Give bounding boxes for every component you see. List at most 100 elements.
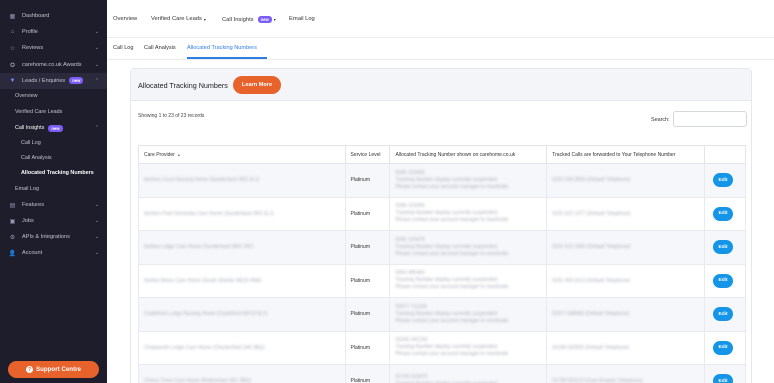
records-count: Showing 1 to 23 of 23 records xyxy=(138,113,205,119)
table-row: Castleford Lodge Nursing Home (Castlefor… xyxy=(138,297,746,332)
support-centre-button[interactable]: ? Support Centre xyxy=(8,361,99,378)
cell-service-level: Platinum xyxy=(344,330,391,365)
tracking-number-details: 0345 123456 Tracking Number display curre… xyxy=(395,170,546,191)
sidebar-item-features[interactable]: ▤ Features ⌄ xyxy=(0,197,107,213)
tab-call-analysis[interactable]: Call Analysis xyxy=(144,45,176,51)
care-provider-name: Ashlea Lodge Care Home (Sunderland SR4 7… xyxy=(144,244,254,251)
sidebar: ▦ Dashboard ⌂ Profile ⌄ ☆ Reviews ⌄ ✪ ca… xyxy=(0,0,107,383)
api-icon: ⚙ xyxy=(9,234,16,241)
cell-forwarded-number: 0191 510 1465 (Default Telephone) xyxy=(546,230,706,265)
table-row: Archers Court Nursing Home (Sunderland S… xyxy=(138,163,746,198)
account-icon: 👤 xyxy=(8,250,17,257)
topnav-email-log[interactable]: Email Log xyxy=(289,16,315,22)
cell-care-provider: Castleford Lodge Nursing Home (Castlefor… xyxy=(138,297,346,332)
sidebar-sub-call-insights[interactable]: Call Insights new ⌃ xyxy=(0,120,107,136)
cell-actions: Edit xyxy=(704,330,746,365)
sidebar-item-awards[interactable]: ✪ carehome.co.uk Awards ⌄ xyxy=(0,57,107,73)
tracking-number-details: 0354 485464 Tracking Number display curre… xyxy=(395,270,546,291)
topnav-call-insights[interactable]: Call Insights new ▾ xyxy=(222,16,276,23)
topnav-verified-care-leads[interactable]: Verified Care Leads ▾ xyxy=(151,16,206,22)
sidebar-sub-overview[interactable]: Overview xyxy=(0,88,107,104)
sidebar-item-jobs[interactable]: ▣ Jobs ⌄ xyxy=(0,213,107,229)
cell-tracking-number: 0345 123456 Tracking Number display curre… xyxy=(389,163,548,198)
cell-care-provider: Archers Court Nursing Home (Sunderland S… xyxy=(138,163,346,198)
learn-more-button[interactable]: Learn More xyxy=(233,76,281,94)
forwarded-number: 0191 455 6113 (Default Telephone) xyxy=(552,277,631,284)
sidebar-sub-call-analysis[interactable]: Call Analysis xyxy=(0,150,107,166)
briefcase-icon: ▣ xyxy=(9,218,16,225)
column-header-tracking-number[interactable]: Allocated Tracking Number shown on careh… xyxy=(389,145,548,164)
edit-button[interactable]: Edit xyxy=(713,307,734,322)
sidebar-sub-email-log[interactable]: Email Log xyxy=(0,181,107,197)
chevron-down-icon: ⌄ xyxy=(94,250,99,256)
search-label: Search: xyxy=(651,117,670,123)
sidebar-item-leads[interactable]: ▼ Leads / Enquiries new ⌃ xyxy=(0,73,107,89)
table-row: Cherry Trees Care Home (Rotherham S61 3B… xyxy=(138,364,746,383)
cell-tracking-number: 03477 711164 Tracking Number display curr… xyxy=(389,297,548,332)
table-body: Archers Court Nursing Home (Sunderland S… xyxy=(138,163,746,383)
search-input[interactable] xyxy=(673,111,747,127)
cell-service-level: Platinum xyxy=(344,163,391,198)
cell-tracking-number: 0345 123456 Tracking Number display curre… xyxy=(389,196,548,231)
edit-button[interactable]: Edit xyxy=(713,206,734,221)
care-provider-name: Chatsworth Lodge Care Home (Chesterfield… xyxy=(144,344,265,351)
tracking-number-details: 0345 123470 Tracking Number display curre… xyxy=(395,237,546,258)
sidebar-item-apis[interactable]: ⚙ APIs & Integrations ⌄ xyxy=(0,229,107,245)
cell-actions: Edit xyxy=(704,163,746,198)
edit-button[interactable]: Edit xyxy=(713,240,734,255)
cell-care-provider: Ashlea Mews Care Home (South Shields NE3… xyxy=(138,263,346,298)
tab-call-log[interactable]: Call Log xyxy=(113,45,134,51)
tracking-number-line: 01709 315479 xyxy=(395,374,428,381)
cell-service-level: Platinum xyxy=(344,297,391,332)
card-header: Allocated Tracking Numbers Learn More xyxy=(131,69,751,101)
tracking-number-line: Please contact your account manager to r… xyxy=(395,217,510,224)
edit-button[interactable]: Edit xyxy=(713,340,734,355)
tracking-number-line: Tracking Number display currently suspen… xyxy=(395,310,497,317)
topnav-overview[interactable]: Overview xyxy=(113,16,137,22)
tracking-number-line: 0345 123456 xyxy=(395,169,425,176)
cell-care-provider: Cherry Trees Care Home (Rotherham S61 3B… xyxy=(138,364,346,383)
new-badge: new xyxy=(48,124,63,132)
column-header-care-provider[interactable]: Care Provider ▲ xyxy=(138,145,346,164)
sidebar-item-dashboard[interactable]: ▦ Dashboard xyxy=(0,8,107,24)
tab-allocated-tracking-numbers[interactable]: Allocated Tracking Numbers xyxy=(187,45,257,51)
cell-service-level: Platinum xyxy=(344,263,391,298)
forwarded-number: 01977 668465 (Default Telephone) xyxy=(552,311,630,318)
edit-button[interactable]: Edit xyxy=(713,173,734,188)
cell-service-level: Platinum xyxy=(344,230,391,265)
tracking-number-line: 0354 485464 xyxy=(395,270,425,277)
edit-button[interactable]: Edit xyxy=(713,273,734,288)
tracking-number-line: Please contact your account manager to r… xyxy=(395,183,510,190)
sidebar-sub-allocated-tracking-numbers[interactable]: Allocated Tracking Numbers xyxy=(0,165,107,181)
column-header-service-level[interactable]: Service Level xyxy=(344,145,391,164)
tracking-numbers-card: Allocated Tracking Numbers Learn More Sh… xyxy=(130,68,752,383)
sidebar-item-reviews[interactable]: ☆ Reviews ⌄ xyxy=(0,40,107,56)
chevron-down-icon: ⌄ xyxy=(94,29,99,35)
chevron-down-icon: ⌄ xyxy=(94,45,99,51)
tracking-number-line: Tracking Number display currently suspen… xyxy=(395,344,497,351)
tracking-number-line: Please contact your account manager to r… xyxy=(395,284,510,291)
sidebar-sub-verified-care-leads[interactable]: Verified Care Leads xyxy=(0,104,107,120)
edit-button[interactable]: Edit xyxy=(713,374,734,383)
new-badge: new xyxy=(257,16,272,23)
cell-service-level: Platinum xyxy=(344,196,391,231)
page-title: Allocated Tracking Numbers xyxy=(138,81,228,90)
tracking-number-details: 0345 123456 Tracking Number display curre… xyxy=(395,203,546,224)
chevron-up-icon: ⌃ xyxy=(94,125,99,131)
tracking-number-line: Tracking Number display currently suspen… xyxy=(395,176,497,183)
tracking-number-line: Tracking Number display currently suspen… xyxy=(395,243,497,250)
cell-forwarded-number: 01709 553123 (Care Enquiry Telephone) xyxy=(546,364,706,383)
active-tab-underline xyxy=(187,57,267,59)
table-row: Ashlea Mews Care Home (South Shields NE3… xyxy=(138,263,746,298)
care-provider-name: Archers Park Dementia Care Home (Sunderl… xyxy=(144,210,274,217)
table-row: Ashlea Lodge Care Home (Sunderland SR4 7… xyxy=(138,230,746,265)
sidebar-item-account[interactable]: 👤 Account ⌄ xyxy=(0,245,107,261)
dashboard-icon: ▦ xyxy=(9,13,16,20)
sidebar-item-profile[interactable]: ⌂ Profile ⌄ xyxy=(0,24,107,40)
cell-tracking-number: 0354 485464 Tracking Number display curre… xyxy=(389,263,548,298)
column-header-forwarded-number[interactable]: Tracked Calls are forwarded to Your Tele… xyxy=(546,145,706,164)
features-icon: ▤ xyxy=(9,202,16,209)
forwarded-number: 01246 550005 (Default Telephone) xyxy=(552,344,630,351)
home-icon: ⌂ xyxy=(10,29,15,35)
sidebar-sub-call-log[interactable]: Call Log xyxy=(0,135,107,151)
